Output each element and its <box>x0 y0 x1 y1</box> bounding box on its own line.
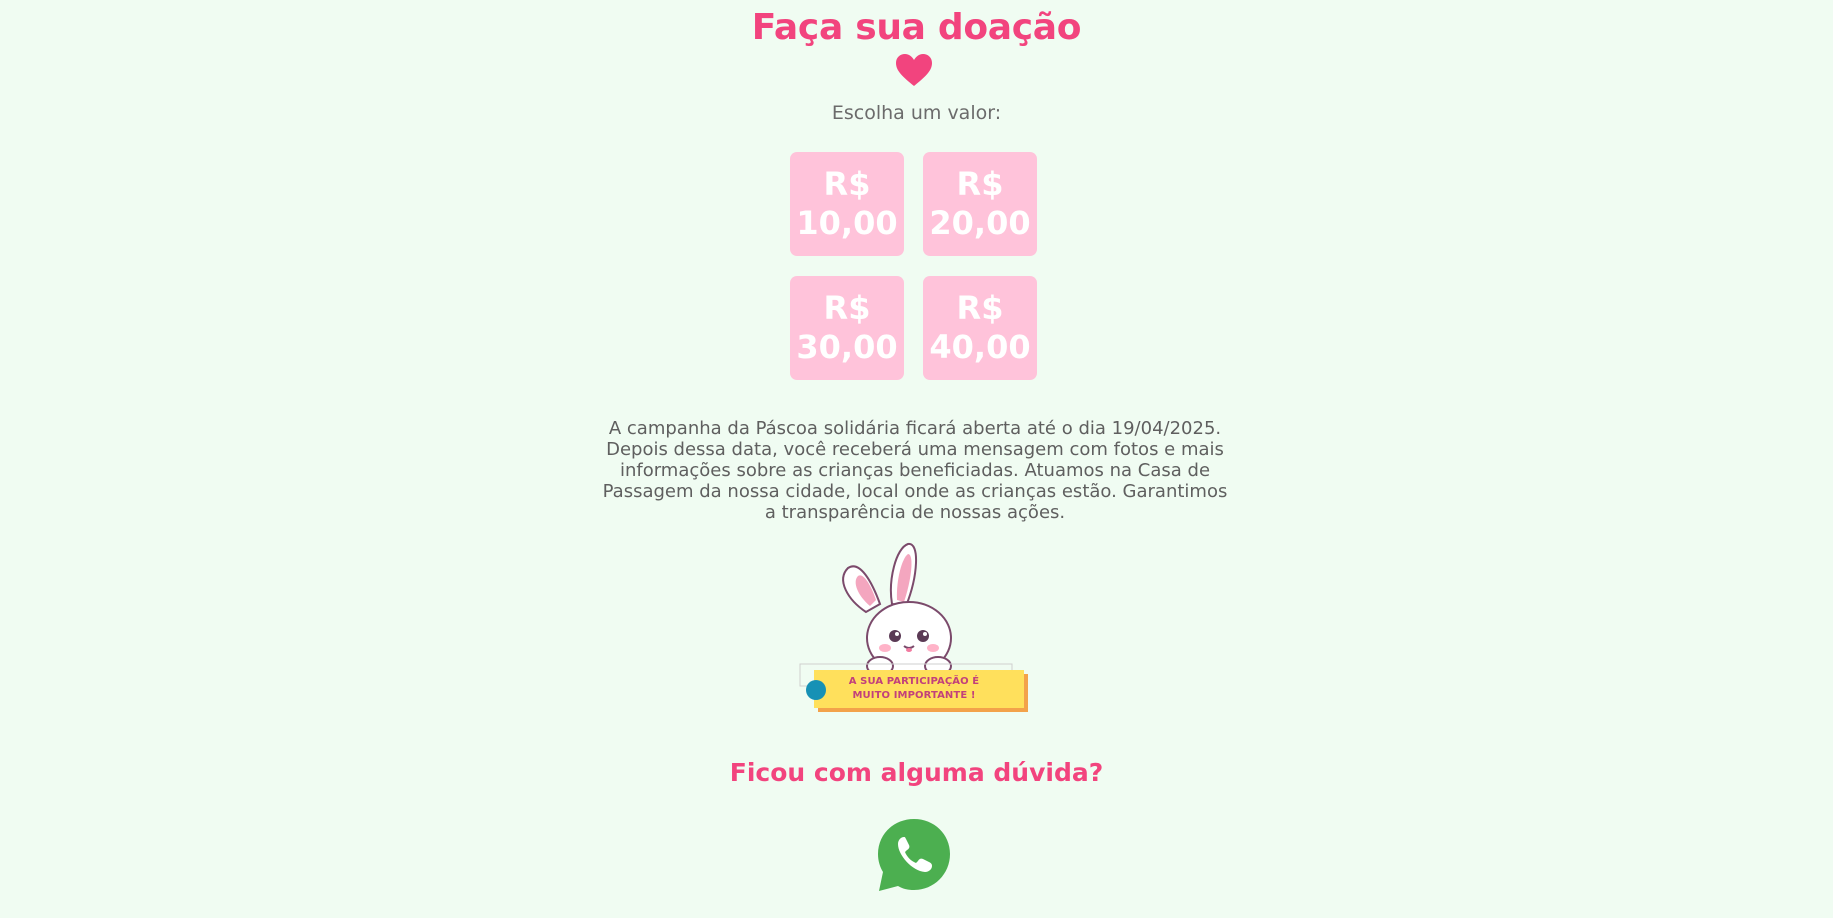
amount-currency: R$ <box>956 289 1004 327</box>
choose-amount-label: Escolha um valor: <box>831 102 1002 124</box>
campaign-info: A campanha da Páscoa solidária ficará ab… <box>602 418 1228 523</box>
amount-currency: R$ <box>823 165 871 203</box>
whatsapp-icon[interactable] <box>874 815 954 895</box>
banner-line-2: MUITO IMPORTANTE ! <box>852 690 976 701</box>
banner-line-1: A SUA PARTICIPAÇÃO É <box>848 676 980 687</box>
amount-options: R$ 10,00 R$ 20,00 R$ 30,00 R$ 40,00 <box>790 152 1038 380</box>
amount-button-30[interactable]: R$ 30,00 <box>790 276 904 380</box>
amount-value: 20,00 <box>929 204 1031 242</box>
amount-value: 40,00 <box>929 328 1031 366</box>
bunny-banner-text: A SUA PARTICIPAÇÃO É MUITO IMPORTANTE ! <box>833 675 995 703</box>
heart-icon <box>896 54 932 86</box>
amount-currency: R$ <box>956 165 1004 203</box>
amount-value: 10,00 <box>796 204 898 242</box>
amount-currency: R$ <box>823 289 871 327</box>
amount-button-10[interactable]: R$ 10,00 <box>790 152 904 256</box>
amount-button-40[interactable]: R$ 40,00 <box>923 276 1037 380</box>
amount-value: 30,00 <box>796 328 898 366</box>
page-title: Faça sua doação <box>751 7 1082 48</box>
amount-button-20[interactable]: R$ 20,00 <box>923 152 1037 256</box>
donation-page: Faça sua doação Escolha um valor: R$ 10,… <box>0 0 1833 918</box>
help-question: Ficou com alguma dúvida? <box>729 758 1104 787</box>
